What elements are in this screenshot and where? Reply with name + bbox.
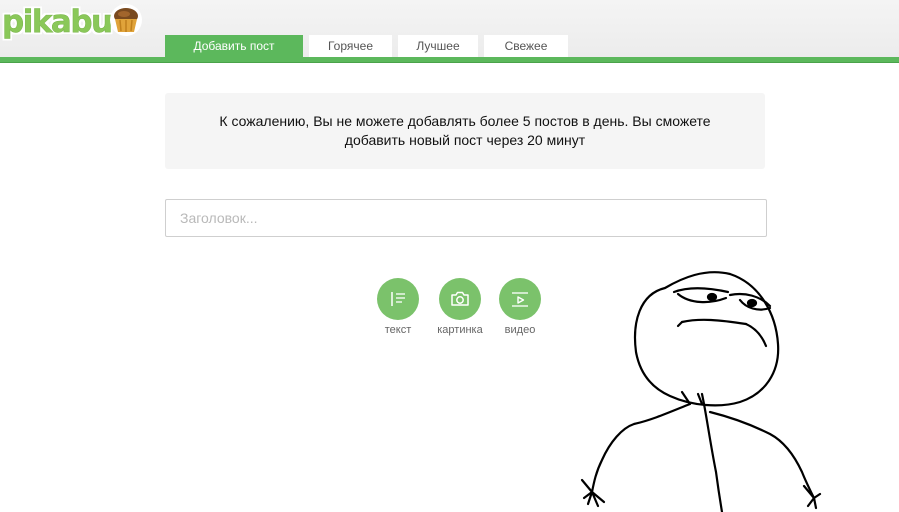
post-limit-notice: К сожалению, Вы не можете добавлять боле…: [165, 93, 765, 169]
post-title-input[interactable]: [165, 199, 767, 237]
tab-hot[interactable]: Горячее: [309, 35, 392, 57]
muffin-icon: [109, 4, 142, 36]
video-icon: [512, 292, 528, 307]
add-text-label: текст: [384, 324, 412, 336]
camera-icon: [451, 291, 469, 306]
header-divider: [0, 57, 899, 63]
tab-best[interactable]: Лучшее: [398, 35, 478, 57]
tab-add-post[interactable]: Добавить пост: [165, 35, 303, 57]
text-icon: [391, 292, 405, 306]
logo-text: pikabu: [2, 4, 114, 41]
pikabu-logo[interactable]: pikabu: [2, 2, 144, 42]
tab-fresh[interactable]: Свежее: [484, 35, 568, 57]
add-video-circle[interactable]: [499, 278, 541, 320]
add-video-button[interactable]: видео: [485, 278, 555, 336]
add-video-label: видео: [504, 324, 536, 336]
add-text-button[interactable]: текст: [363, 278, 433, 336]
add-text-circle[interactable]: [377, 278, 419, 320]
main-tabs: Добавить пост Горячее Лучшее Свежее: [165, 35, 574, 57]
notice-text: К сожалению, Вы не можете добавлять боле…: [219, 113, 711, 148]
add-image-circle[interactable]: [439, 278, 481, 320]
rage-face-meme-image: [580, 271, 822, 512]
